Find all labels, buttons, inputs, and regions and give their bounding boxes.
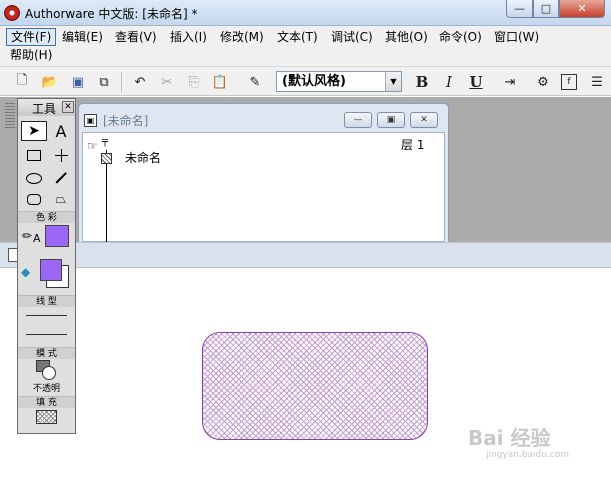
authorware-app: Authorware 中文版: [未命名] * — □ ✕ 文件(F) 编辑(E… — [0, 0, 611, 486]
ellipse-tool[interactable] — [21, 168, 47, 188]
display-icon-label[interactable]: 未命名 — [125, 149, 161, 166]
watermark: Bai 经验 — [468, 426, 551, 450]
straight-line-tool[interactable] — [48, 145, 74, 165]
control-panel-icon[interactable]: ⚙ — [533, 72, 553, 92]
flowline-window[interactable]: ▣ [未命名] — ▣ ✕ ☞ ╤ 未命名 层 1 — [78, 103, 449, 243]
mode-value: 不透明 — [32, 384, 60, 394]
diagonal-line-tool[interactable] — [48, 168, 74, 188]
fill-pattern-swatch[interactable] — [36, 410, 57, 424]
ellipse-icon — [26, 172, 42, 184]
window-title: Authorware 中文版: [未命名] * — [25, 7, 198, 21]
text-a-icon: A — [55, 121, 67, 141]
save-all-icon[interactable]: ▣ — [68, 72, 88, 92]
menu-window[interactable]: 窗口(W) — [490, 28, 543, 46]
find-icon[interactable]: ✎ — [245, 72, 265, 92]
minimize-button[interactable]: — — [506, 0, 533, 18]
pointer-tool[interactable]: ➤ — [21, 121, 47, 141]
flowline-start-marker-icon: ╤ — [102, 136, 109, 147]
tools-title-bar[interactable]: 工具 ✕ — [18, 99, 75, 116]
polygon-icon: ⏢ — [55, 191, 67, 207]
style-select-value: (默认风格) — [282, 74, 346, 89]
menu-other[interactable]: 其他(O) — [381, 28, 432, 46]
watermark-subtitle: jingyan.baidu.com — [486, 450, 570, 460]
menu-bar: 文件(F) 编辑(E) 查看(V) 插入(I) 修改(M) 文本(T) 调试(C… — [0, 26, 611, 66]
close-button[interactable]: ✕ — [559, 0, 605, 18]
variables-icon[interactable]: ☰ — [587, 72, 607, 92]
line-section-label: 线 型 — [18, 295, 75, 307]
arrow-pointer-icon: ➤ — [28, 123, 40, 139]
menu-help[interactable]: 帮助(H) — [6, 46, 56, 64]
copy-icon[interactable]: ⎘ — [184, 72, 204, 92]
cut-icon[interactable]: ✂ — [157, 72, 177, 92]
authorware-logo-icon[interactable] — [4, 5, 20, 21]
crosshair-icon — [54, 148, 68, 162]
diagonal-line-icon — [55, 172, 67, 184]
fill-foreground-swatch[interactable] — [40, 259, 62, 281]
design-window-icon: ▣ — [84, 114, 97, 127]
text-color-icon: A — [33, 232, 41, 245]
tools-title: 工具 — [32, 102, 57, 116]
toolbar-separator — [121, 72, 122, 92]
flowline-close-button[interactable]: ✕ — [410, 112, 438, 128]
flowline-title-bar[interactable]: ▣ [未命名] — ▣ ✕ — [79, 104, 448, 134]
display-icon[interactable] — [101, 153, 112, 164]
menu-edit[interactable]: 编辑(E) — [58, 28, 107, 46]
menu-insert[interactable]: 插入(I) — [166, 28, 211, 46]
underline-button[interactable]: U — [466, 72, 486, 92]
new-file-icon[interactable]: 🗋 — [12, 72, 32, 92]
open-icon[interactable]: 📂 — [40, 72, 60, 92]
import-icon[interactable]: ⧉ — [94, 72, 114, 92]
flowline-maximize-button[interactable]: ▣ — [377, 112, 405, 128]
presentation-window[interactable]: Bai 经验 jingyan.baidu.com — [0, 268, 611, 486]
chevron-down-icon[interactable]: ▼ — [385, 72, 401, 91]
menu-debug[interactable]: 调试(C) — [327, 28, 377, 46]
fill-section-label: 填 充 — [18, 396, 75, 408]
line-style-sample[interactable] — [26, 334, 67, 335]
menu-text[interactable]: 文本(T) — [273, 28, 322, 46]
tools-palette[interactable]: 工具 ✕ ➤ A ⏢ 色 彩 ✏ A ◆ 线 型 模 式 不透明 填 充 — [5, 98, 76, 434]
menu-file[interactable]: 文件(F) — [6, 28, 57, 46]
functions-icon[interactable]: f — [561, 74, 577, 90]
tools-close-button[interactable]: ✕ — [62, 101, 74, 113]
mode-circle — [42, 366, 56, 380]
rounded-rectangle-shape[interactable] — [202, 332, 428, 440]
style-select[interactable]: (默认风格) ▼ — [276, 71, 402, 92]
line-color-swatch[interactable] — [45, 225, 69, 247]
level-indicator: 层 1 — [401, 138, 425, 152]
line-style-sample[interactable] — [26, 315, 67, 316]
paint-bucket-icon: ◆ — [21, 265, 31, 279]
rounded-rectangle-icon — [27, 193, 41, 205]
polygon-tool[interactable]: ⏢ — [48, 189, 74, 209]
flowline-minimize-button[interactable]: — — [344, 112, 372, 128]
text-tool[interactable]: A — [48, 121, 74, 141]
paste-icon[interactable]: 📋 — [210, 72, 230, 92]
paste-hand-icon[interactable]: ☞ — [87, 139, 98, 153]
bold-button[interactable]: B — [412, 72, 432, 92]
italic-button[interactable]: I — [439, 72, 459, 92]
menu-view[interactable]: 查看(V) — [111, 28, 161, 46]
rectangle-tool[interactable] — [21, 145, 47, 165]
flowline-canvas[interactable]: ☞ ╤ 未命名 层 1 — [82, 132, 445, 243]
presentation-title-bar[interactable] — [0, 242, 611, 268]
drag-grip-icon[interactable] — [5, 103, 15, 129]
maximize-button[interactable]: □ — [533, 0, 559, 18]
menu-commands[interactable]: 命令(O) — [435, 28, 486, 46]
menu-modify[interactable]: 修改(M) — [216, 28, 268, 46]
run-icon[interactable]: ⇥ — [500, 72, 520, 92]
opaque-mode-icon[interactable] — [36, 360, 56, 380]
title-bar: Authorware 中文版: [未命名] * — □ ✕ — [0, 0, 611, 26]
undo-icon[interactable]: ↶ — [130, 72, 150, 92]
toolbar: 🗋 📂 ▣ ⧉ ↶ ✂ ⎘ 📋 ✎ (默认风格) ▼ B I U ⇥ ⚙ f ☰ — [0, 66, 611, 96]
rounded-rectangle-tool[interactable] — [21, 189, 47, 209]
flowline-title: [未命名] — [103, 114, 149, 128]
pencil-icon: ✏ — [22, 229, 33, 243]
mode-section-label: 模 式 — [18, 347, 75, 359]
color-section-label: 色 彩 — [18, 211, 75, 223]
rectangle-icon — [27, 149, 41, 161]
